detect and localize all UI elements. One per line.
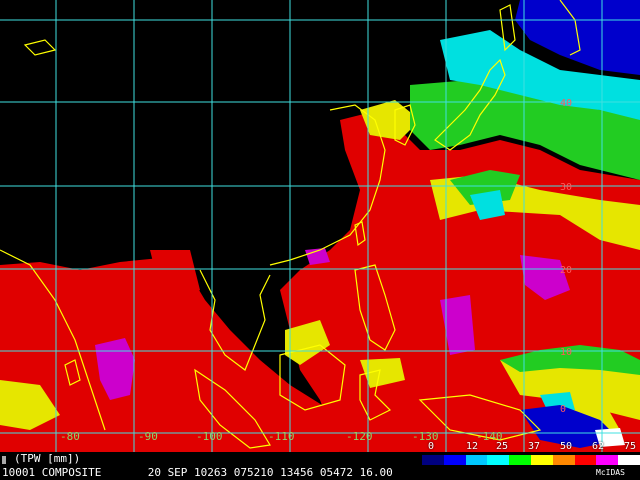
lon-label-80: -80: [60, 430, 80, 443]
satellite-image-display: -80 -90 -100 -110 -120 -130 -140 40 30 2…: [0, 0, 640, 480]
lat-label-40: 40: [560, 98, 572, 109]
colorbar-tick: 12: [466, 441, 479, 452]
colorbar-swatch: [552, 455, 575, 465]
tpw-composite-map: -80 -90 -100 -110 -120 -130 -140 40 30 2…: [0, 0, 640, 452]
lon-label-100: -100: [196, 430, 223, 443]
colorbar-tick: 50: [560, 441, 573, 452]
lat-label-10: 10: [560, 347, 572, 358]
lat-label-20: 20: [560, 265, 572, 276]
position-marker: [2, 456, 6, 464]
colorbar-swatch: [509, 455, 531, 465]
colorbar-tick: 25: [496, 441, 509, 452]
product-title: (TPW [mm]): [14, 452, 81, 465]
colorbar-swatch: [574, 455, 597, 465]
lon-label-110: -110: [268, 430, 295, 443]
colorbar-swatch: [618, 455, 640, 465]
lat-label-0: 0: [560, 404, 566, 415]
mcidas-credit: McIDAS: [596, 468, 625, 477]
colorbar-swatch: [443, 455, 466, 465]
image-info-line: 10001 COMPOSITE 20 SEP 10263 075210 1345…: [2, 466, 393, 479]
lon-label-130: -130: [412, 430, 439, 443]
colorbar-swatch: [530, 455, 553, 465]
colorbar-swatch: [487, 455, 510, 465]
tpw-colorbar: [422, 455, 640, 465]
colorbar-swatch: [596, 455, 619, 465]
colorbar-tick: 75: [624, 441, 637, 452]
lon-label-90: -90: [138, 430, 158, 443]
colorbar-tick: 62: [592, 441, 605, 452]
colorbar-tick: 37: [528, 441, 541, 452]
colorbar-tick: 0: [428, 441, 435, 452]
lat-label-30: 30: [560, 182, 572, 193]
colorbar-swatch: [465, 455, 488, 465]
colorbar-swatch: [422, 455, 444, 465]
lon-label-120: -120: [346, 430, 373, 443]
